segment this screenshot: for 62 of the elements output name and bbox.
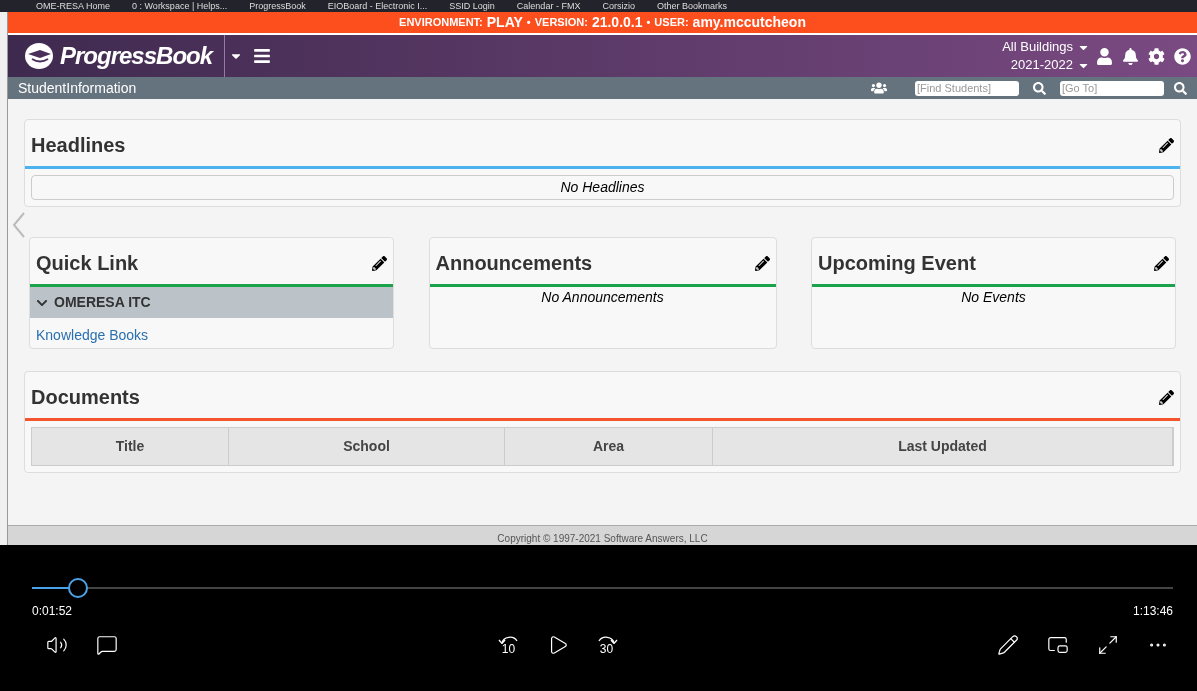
panel-title: Headlines [31,133,126,158]
logo-icon [24,42,54,70]
mini-view-icon[interactable] [1047,634,1069,656]
year-dropdown[interactable]: 2021-2022 [1010,56,1090,74]
captions-icon[interactable] [96,634,118,656]
panel-title: Quick Link [36,251,139,276]
bookmark[interactable]: EIOBoard - Electronic I... [327,1,428,11]
user-label: USER: [654,15,689,31]
bookmark[interactable]: SSID Login [449,1,495,11]
settings-icon[interactable] [1148,47,1165,65]
module-title: StudentInformation [18,78,137,98]
user-value: amy.mccutcheon [692,13,806,32]
environment-value: PLAY [486,13,523,32]
bookmark[interactable]: ProgressBook [249,1,306,11]
help-icon[interactable] [1174,47,1191,65]
user-icon[interactable] [1096,47,1113,65]
separator-dot: • [646,15,651,31]
quick-link[interactable]: Knowledge Books [30,318,393,346]
bookmark[interactable]: Corsizio [602,1,635,11]
empty-message: No Announcements [540,288,665,307]
volume-icon[interactable] [46,634,68,656]
rewind-icon [497,635,520,644]
seek-thumb[interactable] [67,578,88,598]
panel-title: Announcements [435,251,593,276]
pencil-icon[interactable] [1159,137,1174,153]
logo-text: ProgressBook [60,41,213,71]
building-dropdown[interactable]: All Buildings [1002,38,1090,56]
column-header[interactable]: Last Updated [713,428,1173,465]
pencil-icon[interactable] [372,255,387,271]
group-header[interactable]: OMERESA ITC [30,287,393,318]
bookmark[interactable]: OME-RESA Home [36,1,111,11]
headlines-message: No Headlines [31,175,1174,200]
fullscreen-icon[interactable] [1097,634,1119,656]
pencil-icon[interactable] [754,255,770,271]
column-header[interactable]: Title [32,428,229,465]
column-header[interactable]: School [229,428,505,465]
skip-forward-button[interactable]: 30 [594,635,619,655]
bookmark[interactable]: Other Bookmarks [656,1,727,11]
panel-title: Documents [31,385,140,410]
people-icon[interactable] [871,80,887,96]
menu-icon[interactable] [253,47,272,65]
copyright-text: Copyright © 1997-2021 Software Answers, LLC [497,533,708,545]
pencil-icon[interactable] [1154,255,1169,271]
search-icon[interactable] [1174,81,1187,95]
skip-back-button[interactable]: 10 [496,635,521,655]
version-value: 21.0.0.1 [591,13,643,32]
empty-message: No Events [960,288,1027,307]
version-label: VERSION: [534,15,588,31]
pencil-icon[interactable] [997,634,1019,656]
separator-dot: • [526,15,531,31]
elapsed-time: 0:01:52 [32,603,73,620]
pencil-icon[interactable] [1159,389,1174,405]
bookmark[interactable]: 0 : Workspace | Helps... [132,1,228,11]
environment-label: ENVIRONMENT: [399,15,483,31]
bell-icon[interactable] [1122,47,1139,65]
go-to-field[interactable]: [Go To] [1060,80,1164,96]
total-time: 1:13:46 [1132,603,1173,620]
find-students-field[interactable]: [Find Students] [915,80,1019,96]
search-icon[interactable] [1033,81,1046,95]
bookmark[interactable]: Calendar - FMX [516,1,581,11]
column-header[interactable]: Area [505,428,713,465]
panel-title: Upcoming Event [818,251,976,276]
